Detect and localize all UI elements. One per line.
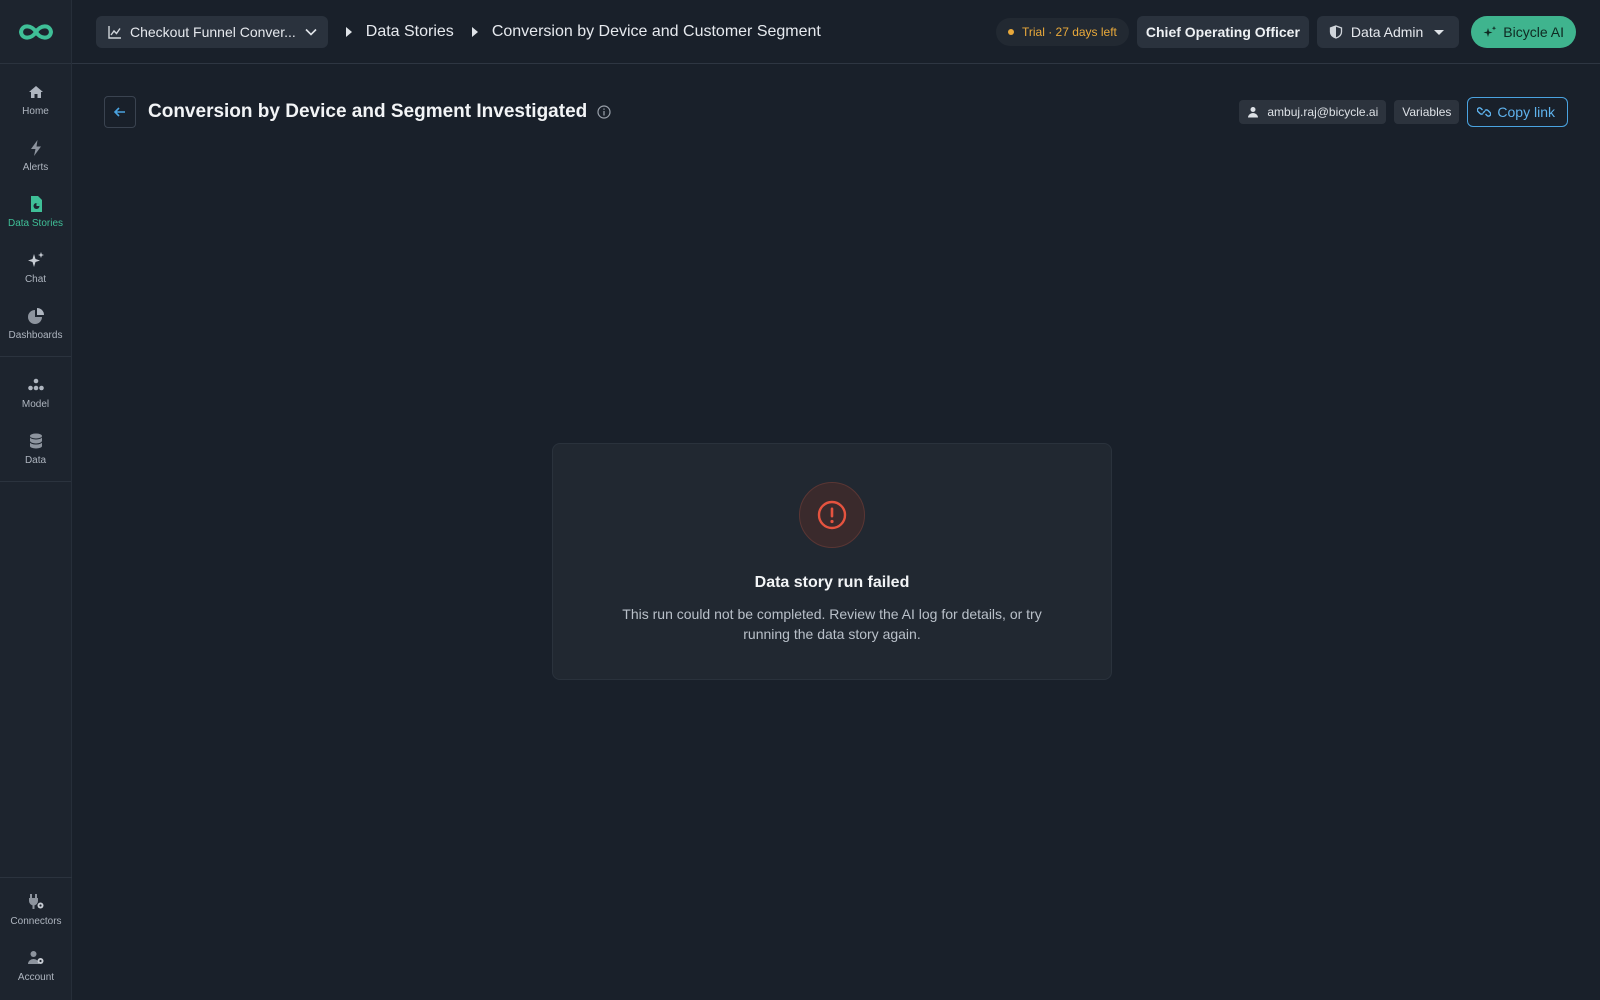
sidebar-item-home[interactable]: Home (0, 72, 71, 128)
database-icon (29, 433, 42, 449)
back-button[interactable] (104, 96, 136, 128)
topbar: Checkout Funnel Conver... Data Stories C… (72, 0, 1600, 64)
sidebar-group-data: Model Data (0, 357, 71, 482)
trial-dot-icon (1007, 28, 1014, 35)
shield-icon (1329, 24, 1343, 39)
project-name: Checkout Funnel Conver... (130, 23, 296, 40)
sidebar-item-data-stories[interactable]: Data Stories (0, 184, 71, 240)
variables-button[interactable]: Variables (1394, 100, 1460, 124)
bicycle-ai-button[interactable]: Bicycle AI (1471, 15, 1576, 48)
plug-icon (29, 894, 44, 909)
sidebar-item-label: Connectors (10, 916, 62, 927)
sidebar-item-label: Alerts (22, 162, 49, 173)
project-select[interactable]: Checkout Funnel Conver... (96, 15, 328, 48)
hierarchy-icon (27, 378, 44, 391)
arrow-left-icon (113, 107, 125, 117)
sidebar-item-data[interactable]: Data (0, 421, 71, 477)
info-icon[interactable] (597, 105, 611, 119)
error-icon-circle (799, 482, 865, 548)
user-chip: ambuj.raj@bicycle.ai (1239, 100, 1387, 124)
user-gear-icon (28, 951, 44, 964)
trial-badge: Trial · 27 days left (995, 17, 1129, 46)
sparkle-icon (1483, 25, 1497, 37)
line-chart-icon (108, 25, 121, 39)
breadcrumb-current: Conversion by Device and Customer Segmen… (491, 22, 821, 40)
user-email: ambuj.raj@bicycle.ai (1267, 105, 1379, 119)
sidebar-item-alerts[interactable]: Alerts (0, 128, 71, 184)
page-header: Conversion by Device and Segment Investi… (104, 96, 1568, 128)
data-admin-select[interactable]: Data Admin (1316, 15, 1460, 48)
sidebar-item-label: Data Stories (7, 218, 64, 229)
data-admin-label: Data Admin (1350, 23, 1424, 40)
sidebar-item-connectors[interactable]: Connectors (0, 882, 72, 938)
sidebar: Home Alerts Data Stories Chat Dashboards… (0, 0, 72, 1000)
caret-down-icon (1434, 29, 1445, 35)
link-icon (1477, 107, 1492, 117)
sidebar-item-label: Model (21, 399, 50, 410)
chevron-down-icon (305, 28, 317, 36)
error-title: Data story run failed (754, 574, 910, 591)
sidebar-bottom: Connectors Account (0, 877, 72, 1000)
topbar-right: Trial · 27 days left Chief Operating Off… (995, 15, 1576, 48)
error-card: Data story run failed This run could not… (552, 443, 1112, 680)
copy-link-button[interactable]: Copy link (1467, 97, 1568, 127)
sidebar-item-account[interactable]: Account (0, 938, 72, 994)
infinity-logo-icon (18, 23, 53, 40)
sidebar-item-dashboards[interactable]: Dashboards (0, 296, 71, 352)
home-icon (28, 86, 43, 98)
sidebar-item-model[interactable]: Model (0, 365, 71, 421)
sidebar-item-label: Account (17, 972, 55, 983)
copy-link-label: Copy link (1497, 104, 1555, 120)
page-title: Conversion by Device and Segment Investi… (148, 101, 588, 122)
sidebar-item-label: Data (24, 455, 47, 466)
trial-text: Trial · 27 days left (1021, 24, 1117, 39)
breadcrumb-data-stories[interactable]: Data Stories (366, 23, 454, 41)
caret-right-icon (471, 26, 478, 37)
pie-icon (27, 308, 44, 324)
user-icon (1248, 107, 1259, 118)
sidebar-item-chat[interactable]: Chat (0, 240, 71, 296)
sidebar-item-label: Chat (24, 274, 47, 285)
error-message: This run could not be completed. Review … (622, 606, 1042, 642)
document-chart-icon (30, 196, 42, 212)
sparkle-icon (27, 252, 44, 267)
exclamation-circle-icon (817, 500, 847, 530)
sidebar-group-main: Home Alerts Data Stories Chat Dashboards (0, 64, 71, 357)
role-button[interactable]: Chief Operating Officer (1136, 15, 1309, 48)
bolt-icon (30, 140, 41, 156)
sidebar-item-label: Dashboards (8, 330, 63, 341)
bicycle-ai-label: Bicycle AI (1503, 23, 1564, 40)
logo[interactable] (0, 0, 71, 64)
caret-right-icon (345, 26, 352, 37)
sidebar-item-label: Home (22, 106, 49, 117)
header-actions: ambuj.raj@bicycle.ai Variables Copy link (1239, 97, 1568, 127)
